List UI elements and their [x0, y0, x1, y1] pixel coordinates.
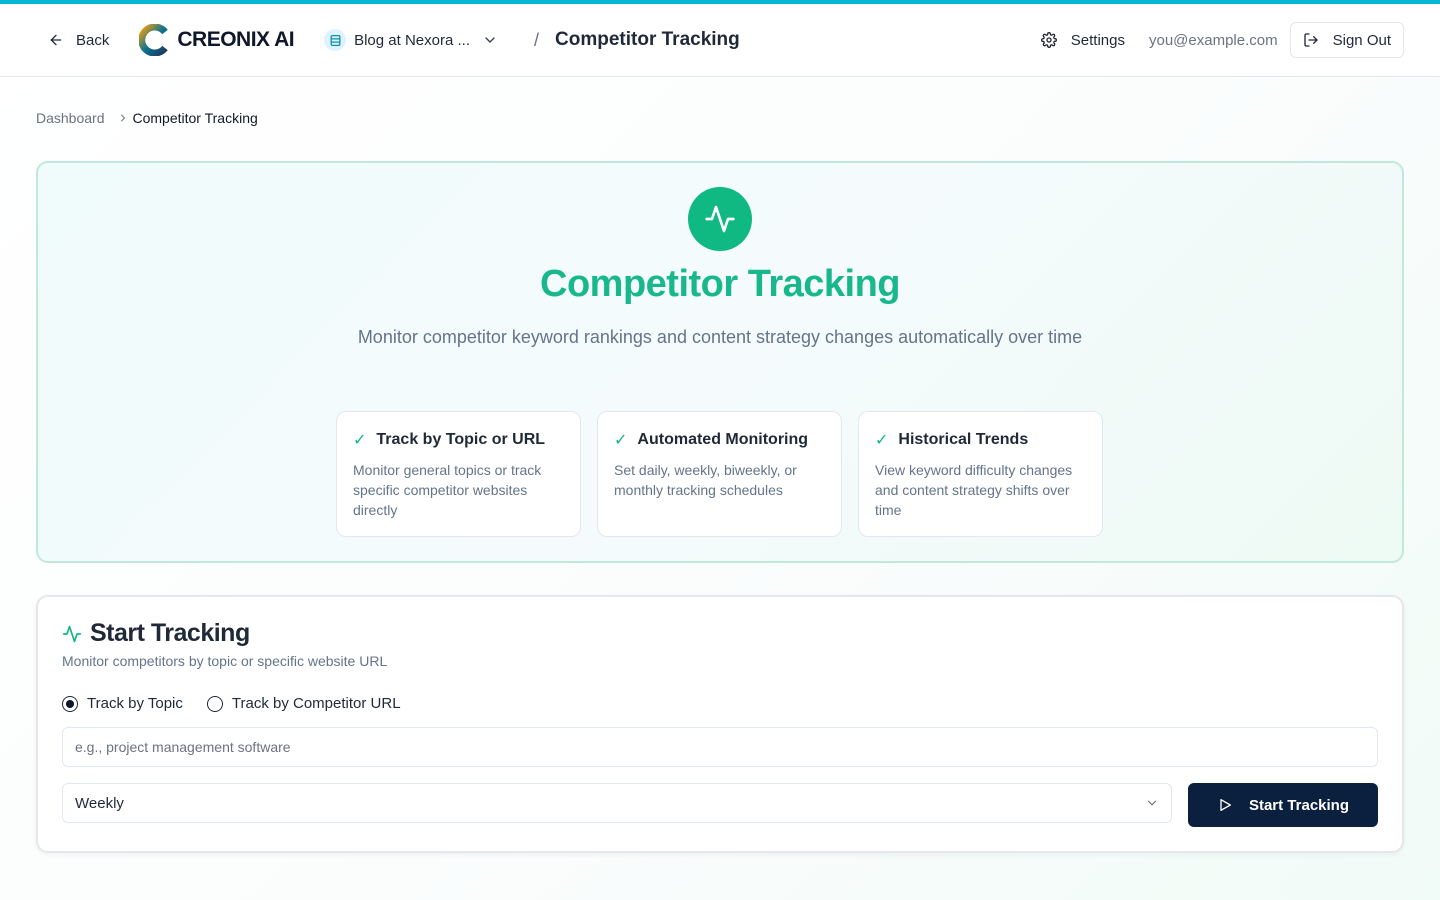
- database-icon: [330, 34, 341, 46]
- check-icon: ✓: [875, 432, 889, 449]
- check-icon: ✓: [614, 432, 628, 449]
- log-out-icon: [1303, 33, 1318, 47]
- settings-label: Settings: [1070, 31, 1125, 49]
- radio-button-checked[interactable]: [62, 695, 78, 712]
- header-actions: Settings you@example.com Sign Out: [1029, 22, 1404, 58]
- feature-title: Historical Trends: [898, 431, 1029, 448]
- settings-button[interactable]: Settings: [1029, 26, 1137, 55]
- hero-icon-circle: [688, 187, 752, 251]
- back-label: Back: [76, 31, 110, 49]
- breadcrumb: Dashboard Competitor Tracking: [36, 110, 258, 126]
- check-icon: ✓: [353, 432, 367, 449]
- feature-heading: ✓ Automated Monitoring: [614, 430, 825, 450]
- radio-label: Track by Competitor URL: [231, 695, 401, 712]
- card-title: Start Tracking: [62, 619, 250, 648]
- header-separator: /: [534, 29, 540, 50]
- card-title-text: Start Tracking: [90, 619, 250, 647]
- frequency-select[interactable]: Weekly: [62, 783, 1172, 823]
- gear-icon: [1040, 32, 1057, 48]
- start-tracking-button[interactable]: Start Tracking: [1188, 783, 1378, 827]
- hero-panel: Competitor Tracking Monitor competitor k…: [36, 161, 1404, 563]
- project-icon: [324, 29, 347, 51]
- logo-text: CREONIX AI: [177, 28, 295, 51]
- sign-out-button[interactable]: Sign Out: [1289, 22, 1404, 58]
- project-selector[interactable]: Blog at Nexora ...: [324, 29, 498, 51]
- radio-button[interactable]: [206, 695, 223, 712]
- feature-title: Automated Monitoring: [637, 431, 809, 448]
- start-tracking-card: Start Tracking Monitor competitors by to…: [36, 595, 1404, 853]
- logo[interactable]: CREONIX AI: [139, 24, 295, 56]
- activity-icon: [62, 625, 82, 642]
- back-button[interactable]: Back: [36, 26, 121, 55]
- tracking-mode-group: Track by Topic Track by Competitor URL: [62, 695, 401, 712]
- feature-description: Monitor general topics or track specific…: [353, 462, 542, 518]
- sign-out-label: Sign Out: [1332, 31, 1391, 49]
- app-header: Back CREONIX AI Blog at Nexora ... / Com…: [0, 4, 1440, 77]
- frequency-value: Weekly: [75, 794, 124, 812]
- card-subtitle: Monitor competitors by topic or specific…: [62, 653, 388, 669]
- activity-icon: [705, 205, 735, 233]
- feature-card-trends: ✓ Historical Trends View keyword difficu…: [858, 411, 1103, 537]
- arrow-left-icon: [50, 34, 62, 46]
- feature-title: Track by Topic or URL: [376, 431, 546, 448]
- project-name: Blog at Nexora ...: [354, 31, 470, 49]
- user-email: you@example.com: [1149, 31, 1278, 49]
- play-icon: [1220, 799, 1231, 811]
- feature-description: View keyword difficulty changes and cont…: [875, 462, 1073, 518]
- page-title: Competitor Tracking: [555, 29, 740, 50]
- radio-track-by-topic[interactable]: Track by Topic: [62, 695, 183, 712]
- topic-input[interactable]: [62, 727, 1378, 767]
- chevron-down-icon: [485, 37, 495, 43]
- logo-mark-icon: [139, 24, 169, 56]
- feature-card-monitoring: ✓ Automated Monitoring Set daily, weekly…: [597, 411, 842, 537]
- chevron-down-icon: [1147, 800, 1157, 806]
- feature-card-track: ✓ Track by Topic or URL Monitor general …: [336, 411, 581, 537]
- breadcrumb-dashboard[interactable]: Dashboard: [36, 110, 105, 126]
- feature-heading: ✓ Historical Trends: [875, 430, 1086, 450]
- chevron-right-icon: [120, 114, 125, 122]
- hero-subtitle: Monitor competitor keyword rankings and …: [357, 327, 1083, 347]
- radio-track-by-url[interactable]: Track by Competitor URL: [206, 695, 401, 712]
- breadcrumb-current: Competitor Tracking: [132, 110, 258, 126]
- feature-list: ✓ Track by Topic or URL Monitor general …: [336, 411, 1103, 537]
- feature-description: Set daily, weekly, biweekly, or monthly …: [614, 462, 797, 498]
- hero-title: Competitor Tracking: [540, 263, 901, 305]
- start-tracking-label: Start Tracking: [1248, 796, 1350, 814]
- feature-heading: ✓ Track by Topic or URL: [353, 430, 564, 450]
- radio-label: Track by Topic: [87, 695, 183, 712]
